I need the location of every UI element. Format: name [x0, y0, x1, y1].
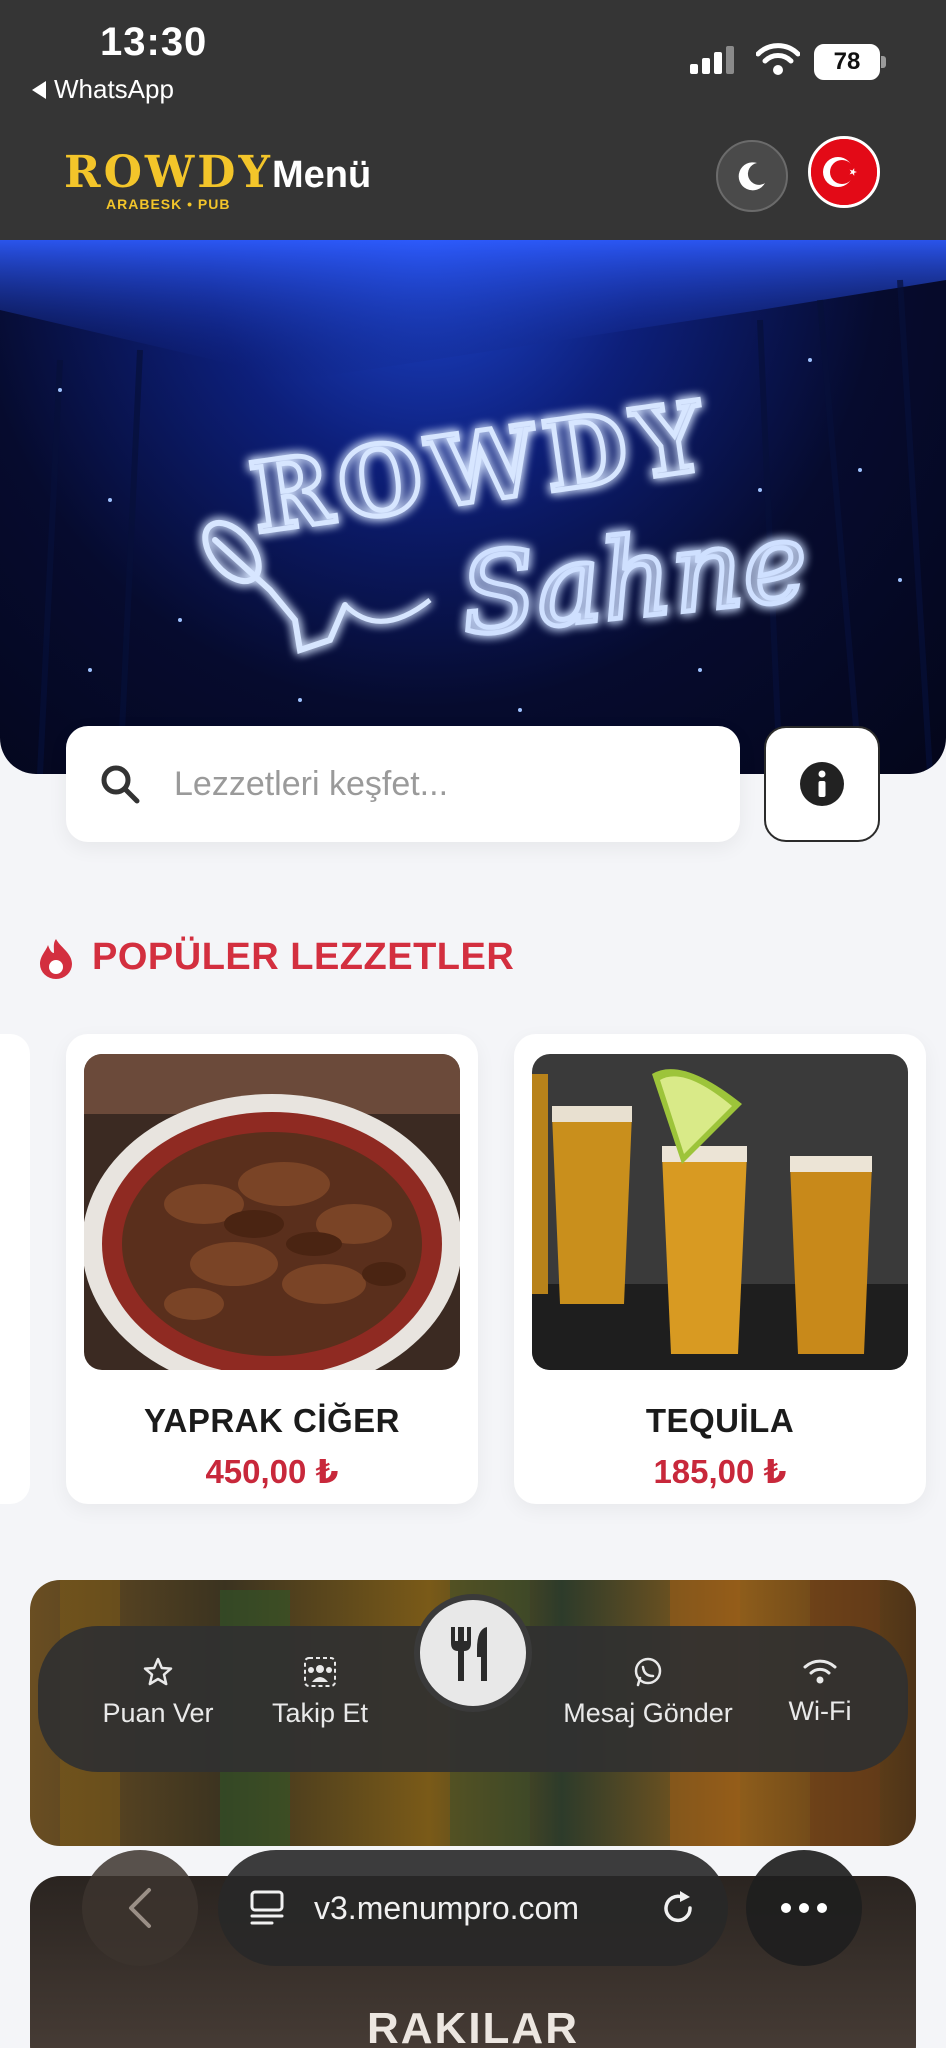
theme-toggle-button[interactable]	[716, 140, 788, 212]
partial-card	[0, 1034, 30, 1504]
flame-icon	[40, 938, 72, 979]
info-icon	[800, 762, 844, 806]
dot-icon	[781, 1903, 791, 1913]
cellular-signal-icon	[690, 46, 734, 74]
url-text: v3.menumpro.com	[314, 1889, 579, 1926]
item-name: TEQUİLA	[645, 1402, 795, 1439]
wifi-button[interactable]: Wi-Fi	[770, 1656, 870, 1727]
whatsapp-icon	[634, 1657, 662, 1687]
rowdy-logo: ROWDY ARABESK • PUB	[64, 147, 273, 213]
liver-dish-image	[84, 1054, 460, 1370]
fork-knife-icon	[451, 1627, 487, 1681]
dot-icon	[817, 1903, 827, 1913]
item-price: 185,00 ₺	[653, 1453, 787, 1490]
dot-icon	[799, 1903, 809, 1913]
wifi-icon	[803, 1659, 837, 1684]
rate-button[interactable]: Puan Ver	[98, 1656, 218, 1729]
logo-text: ROWDY	[64, 147, 273, 198]
language-button[interactable]	[808, 136, 880, 208]
popular-section-title: POPÜLER LEZZETLER	[92, 936, 515, 978]
item-name: YAPRAK CİĞER	[144, 1402, 400, 1439]
search-icon	[101, 765, 140, 804]
back-to-app-link[interactable]: WhatsApp	[32, 74, 174, 105]
chevron-left-icon	[129, 1888, 151, 1928]
more-options-button[interactable]	[746, 1850, 862, 1966]
url-bar[interactable]: v3.menumpro.com	[218, 1850, 728, 1966]
popular-section-header: POPÜLER LEZZETLER	[38, 936, 514, 979]
logo-subtitle: ARABESK • PUB	[106, 196, 231, 212]
neon-sign-image: ROWDY Sahne	[0, 240, 946, 774]
search-bar[interactable]	[66, 726, 740, 842]
follow-label: Takip Et	[271, 1698, 369, 1728]
browser-back-button[interactable]	[82, 1850, 198, 1966]
top-header: 13:30 WhatsApp 78 ROWDY ARABESK • PUB Me…	[0, 0, 946, 240]
star-icon	[143, 1657, 173, 1686]
message-label: Mesaj Gönder	[563, 1698, 733, 1728]
message-button[interactable]: Mesaj Gönder	[558, 1656, 738, 1729]
wifi-label: Wi-Fi	[788, 1696, 852, 1726]
item-price: 450,00 ₺	[205, 1453, 339, 1490]
back-triangle-icon	[32, 80, 46, 99]
category-title: RAKILAR	[367, 2004, 579, 2048]
sign-line2: Sahne	[454, 497, 813, 661]
follow-button[interactable]: Takip Et	[260, 1656, 380, 1729]
people-icon	[304, 1657, 336, 1687]
tequila-image	[532, 1054, 908, 1370]
popular-item-card[interactable]: TEQUİLA 185,00 ₺	[514, 1034, 926, 1504]
page-title: Menü	[272, 154, 372, 196]
status-time: 13:30	[100, 20, 208, 64]
popular-item-card[interactable]: YAPRAK CİĞER 450,00 ₺	[66, 1034, 478, 1504]
back-app-label: WhatsApp	[54, 74, 174, 104]
rate-label: Puan Ver	[102, 1698, 214, 1728]
reload-icon[interactable]	[658, 1888, 698, 1928]
info-button[interactable]	[764, 726, 880, 842]
battery-indicator: 78	[814, 44, 886, 80]
menu-center-button[interactable]	[414, 1594, 532, 1712]
search-input[interactable]	[174, 764, 694, 804]
moon-icon	[738, 162, 765, 191]
hero-banner: ROWDY Sahne	[0, 240, 946, 774]
turkey-flag-icon	[811, 139, 877, 205]
wifi-status-icon	[756, 43, 800, 75]
page-menu-icon	[250, 1890, 284, 1925]
